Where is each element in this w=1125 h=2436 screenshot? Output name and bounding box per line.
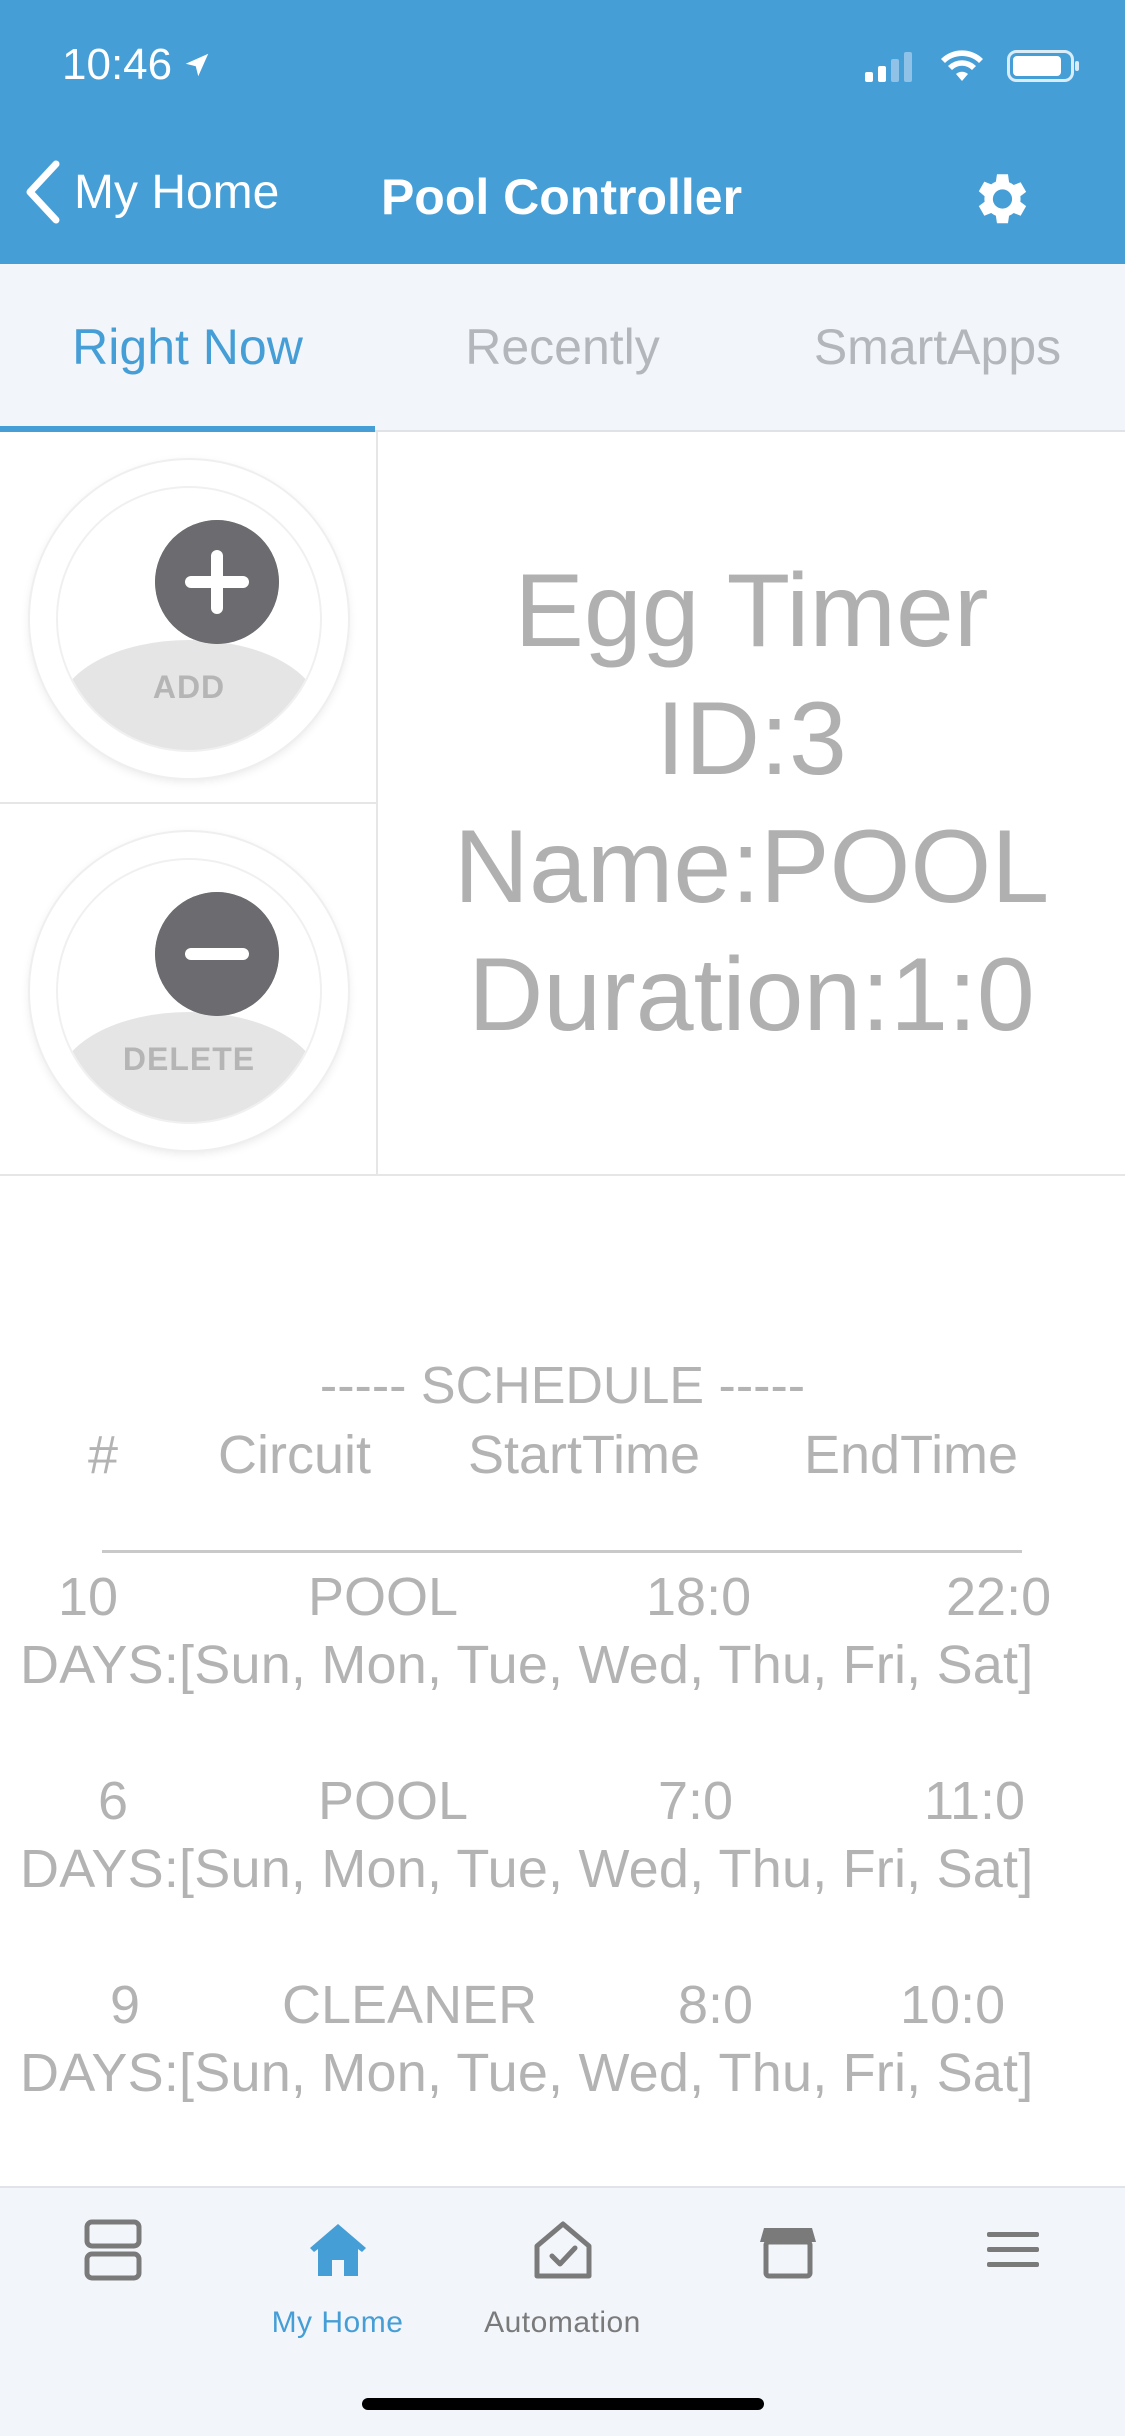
nav-my-home[interactable]: My Home [225, 2188, 450, 2388]
delete-tile: DELETE [0, 804, 378, 1176]
tab-smartapps[interactable]: SmartApps [750, 264, 1125, 430]
page-title-text: Pool Controller [380, 169, 743, 225]
header: 10:46 My Home Pool Controller [0, 0, 1125, 264]
row-days: DAYS:[Sun, Mon, Tue, Wed, Thu, Fri, Sat] [20, 1635, 1034, 1695]
row-num: 9 [110, 1975, 141, 2035]
page-title: Pool Controller [0, 168, 1125, 226]
row-num: 6 [98, 1771, 129, 1831]
location-arrow-icon [185, 53, 209, 77]
header-num: # [88, 1425, 119, 1485]
header-end: EndTime [804, 1425, 1019, 1485]
dashboard-icon [84, 2219, 141, 2281]
nav-dashboard[interactable] [0, 2188, 225, 2388]
add-label: ADD [152, 669, 226, 705]
egg-timer-info: Egg Timer ID:3 Name:POOL Duration:1:0 [454, 547, 1049, 1059]
tab-label: Right Now [72, 319, 303, 375]
tab-right-now[interactable]: Right Now [0, 264, 375, 432]
row-circuit: CLEANER [282, 1975, 538, 2035]
nav-automation-label: Automation [484, 2306, 641, 2339]
plus-icon [155, 520, 279, 644]
info-line-title: Egg Timer [514, 553, 989, 669]
marketplace-icon [759, 2228, 816, 2279]
row-circuit: POOL [318, 1771, 469, 1831]
tab-label: Recently [465, 319, 660, 375]
status-time: 10:46 [62, 40, 212, 90]
schedule-tile[interactable]: ----- SCHEDULE ----- # Circuit StartTime… [0, 1176, 1125, 2186]
schedule-divider [102, 1550, 1022, 1553]
automation-icon [534, 2221, 591, 2279]
info-line-duration: Duration:1:0 [468, 937, 1035, 1053]
delete-button[interactable]: DELETE [30, 832, 348, 1150]
nav-automation[interactable]: Automation [450, 2188, 675, 2388]
add-button-face: ADD [56, 486, 322, 752]
header-start: StartTime [468, 1425, 701, 1485]
menu-icon [986, 2232, 1039, 2267]
tab-label: SmartApps [813, 319, 1062, 375]
tab-recently[interactable]: Recently [375, 264, 750, 430]
delete-label: DELETE [122, 1041, 256, 1077]
row-end: 11:0 [924, 1771, 1026, 1831]
delete-button-face: DELETE [56, 858, 322, 1124]
info-line-id: ID:3 [656, 681, 847, 797]
wifi-icon [941, 50, 983, 81]
add-button[interactable]: ADD [30, 460, 348, 778]
row-start: 7:0 [658, 1771, 734, 1831]
nav-marketplace[interactable] [675, 2188, 900, 2388]
header-circuit: Circuit [218, 1425, 372, 1485]
nav-my-home-label: My Home [271, 2306, 404, 2339]
nav-menu[interactable] [900, 2188, 1125, 2388]
status-icons [865, 48, 1081, 84]
row-end: 22:0 [946, 1567, 1052, 1627]
row-num: 10 [58, 1567, 119, 1627]
home-icon [309, 2224, 366, 2276]
row-circuit: POOL [308, 1567, 459, 1627]
row-days: DAYS:[Sun, Mon, Tue, Wed, Thu, Fri, Sat] [20, 2043, 1034, 2103]
home-indicator[interactable] [362, 2398, 764, 2410]
schedule-title: ----- SCHEDULE ----- [319, 1357, 806, 1415]
gear-icon[interactable] [967, 166, 1033, 232]
signal-icon [865, 52, 912, 82]
egg-timer-tile[interactable]: Egg Timer ID:3 Name:POOL Duration:1:0 [378, 432, 1125, 1176]
add-tile: ADD [0, 432, 378, 804]
info-line-name: Name:POOL [453, 809, 1050, 925]
minus-icon [155, 892, 279, 1016]
row-start: 18:0 [646, 1567, 752, 1627]
battery-icon [1007, 50, 1079, 82]
row-end: 10:0 [900, 1975, 1006, 2035]
row-start: 8:0 [678, 1975, 754, 2035]
row-days: DAYS:[Sun, Mon, Tue, Wed, Thu, Fri, Sat] [20, 1839, 1034, 1899]
tab-bar: Right Now Recently SmartApps [0, 264, 1125, 432]
status-time-text: 10:46 [62, 40, 173, 89]
